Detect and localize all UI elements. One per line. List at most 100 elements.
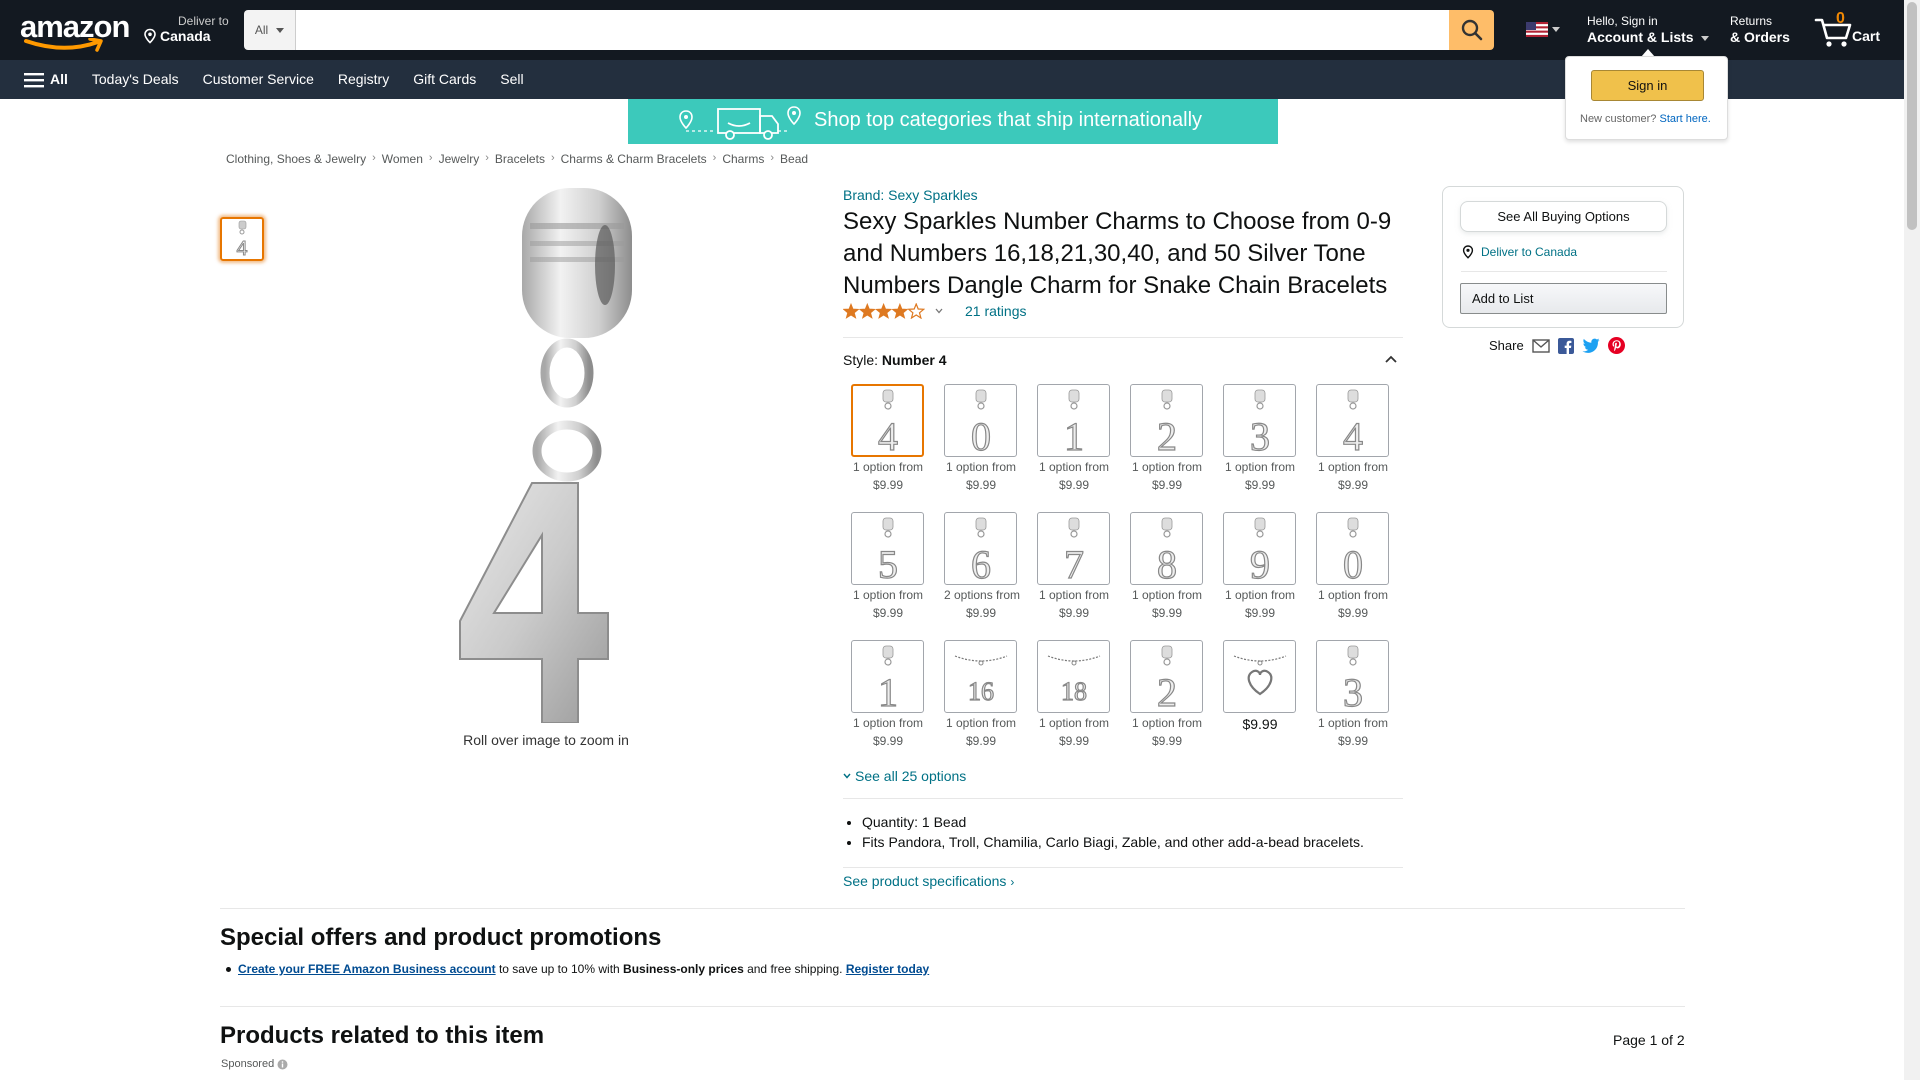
search-input[interactable] (296, 10, 1449, 50)
all-menu-button[interactable]: All (14, 60, 80, 99)
international-shipping-banner[interactable]: Shop top categories that ship internatio… (628, 99, 1278, 144)
svg-text:18: 18 (1061, 677, 1087, 706)
facebook-icon[interactable] (1557, 337, 1574, 354)
account-lists[interactable]: Hello, Sign in Account & Lists (1587, 14, 1710, 46)
style-swatch[interactable]: 2 1 option from $9.99 (1130, 640, 1204, 750)
style-swatch[interactable]: 3 1 option from $9.99 (1223, 384, 1297, 494)
style-swatch[interactable]: 0 1 option from $9.99 (944, 384, 1018, 494)
svg-text:7: 7 (1064, 542, 1084, 582)
divider (220, 908, 1685, 909)
style-swatch[interactable]: 6 2 options from $9.99 (944, 512, 1020, 622)
star-rating-icon[interactable] (843, 303, 925, 319)
svg-text:3: 3 (1343, 670, 1363, 710)
swatch-image[interactable] (1223, 640, 1296, 713)
brand-link[interactable]: Brand: Sexy Sparkles (843, 187, 978, 203)
style-swatch[interactable]: 3 1 option from $9.99 (1316, 640, 1390, 750)
swatch-image[interactable]: 4 (1316, 384, 1389, 457)
register-today-link[interactable]: Register today (846, 962, 929, 976)
deliver-country: Canada (160, 28, 211, 44)
amazon-logo[interactable]: amazon (20, 11, 130, 52)
breadcrumb-item[interactable]: Charms & Charm Bracelets (561, 152, 707, 166)
start-here-link[interactable]: Start here. (1659, 113, 1710, 125)
style-swatch[interactable]: 8 1 option from $9.99 (1130, 512, 1204, 622)
swatch-image[interactable]: 18 (1037, 640, 1110, 713)
style-swatch[interactable]: 1 1 option from $9.99 (851, 640, 925, 750)
add-to-list-button[interactable]: Add to List (1460, 283, 1667, 314)
offers-heading: Special offers and product promotions (220, 924, 662, 951)
charm-swatch-image: 5 (877, 517, 898, 582)
breadcrumb-item[interactable]: Bead (780, 152, 808, 166)
returns-orders[interactable]: Returns & Orders (1730, 14, 1790, 46)
language-selector[interactable] (1526, 22, 1560, 37)
swatch-image[interactable]: 8 (1130, 512, 1203, 585)
account-label: Account & Lists (1587, 29, 1694, 45)
chevron-down-icon[interactable] (935, 308, 943, 314)
image-thumbnail[interactable]: 4 (220, 217, 264, 261)
amazon-business-link[interactable]: Create your FREE Amazon Business account (238, 962, 496, 976)
swatch-image[interactable]: 1 (1037, 384, 1110, 457)
breadcrumb-item[interactable]: Bracelets (495, 152, 545, 166)
see-all-buying-options-button[interactable]: See All Buying Options (1460, 201, 1667, 232)
svg-text:5: 5 (878, 542, 898, 582)
twitter-icon[interactable] (1582, 338, 1600, 353)
product-title: Sexy Sparkles Number Charms to Choose fr… (843, 208, 1392, 299)
svg-text:3: 3 (1250, 414, 1270, 454)
caret-down-icon (1552, 27, 1560, 32)
swatch-image[interactable]: 6 (944, 512, 1017, 585)
style-swatch[interactable]: 4 1 option from $9.99 (851, 384, 925, 494)
style-swatch[interactable]: $9.99 (1223, 640, 1297, 733)
search-category-select[interactable]: All (244, 10, 296, 50)
swatch-image[interactable]: 0 (944, 384, 1017, 457)
style-swatch[interactable]: 7 1 option from $9.99 (1037, 512, 1111, 622)
style-swatch[interactable]: 9 1 option from $9.99 (1223, 512, 1297, 622)
signin-button[interactable]: Sign in (1591, 70, 1704, 101)
product-specifications-link[interactable]: See product specifications › (843, 873, 1014, 889)
style-label-text: Style: (843, 352, 879, 368)
offer-text: to save up to 10% with (495, 962, 624, 976)
style-swatch[interactable]: 0 1 option from $9.99 (1316, 512, 1390, 622)
style-swatch[interactable]: 2 1 option from $9.99 (1130, 384, 1204, 494)
deliver-to-link[interactable]: Deliver to Canada (1461, 245, 1577, 259)
deliver-to[interactable]: Deliver to Canada (142, 14, 229, 44)
style-swatch[interactable]: 18 1 option from $9.99 (1037, 640, 1111, 750)
nav-registry[interactable]: Registry (326, 60, 401, 99)
banner-text: Shop top categories that ship internatio… (814, 109, 1203, 131)
style-swatch[interactable]: 5 1 option from $9.99 (851, 512, 925, 622)
info-icon[interactable] (277, 1059, 288, 1070)
scrollbar-thumb[interactable] (1907, 2, 1917, 230)
nav-customer-service[interactable]: Customer Service (191, 60, 326, 99)
breadcrumb-item[interactable]: Jewelry (439, 152, 480, 166)
swatch-image[interactable]: 3 (1316, 640, 1389, 713)
swatch-image[interactable]: 7 (1037, 512, 1110, 585)
pinterest-icon[interactable] (1607, 337, 1625, 354)
swatch-image[interactable]: 5 (851, 512, 924, 585)
cart-button[interactable]: 0 Cart (1814, 10, 1884, 50)
breadcrumb-item[interactable]: Women (382, 152, 423, 166)
breadcrumb-item[interactable]: Charms (722, 152, 764, 166)
page-scrollbar[interactable] (1904, 0, 1920, 1080)
breadcrumb-item[interactable]: Clothing, Shoes & Jewelry (226, 152, 366, 166)
signin-flyout: Sign in New customer? Start here. (1565, 56, 1728, 140)
product-main-image[interactable] (430, 183, 670, 723)
swatch-image[interactable]: 2 (1130, 384, 1203, 457)
swatch-image[interactable]: 3 (1223, 384, 1296, 457)
search-button[interactable] (1449, 10, 1494, 50)
style-swatch[interactable]: 1 1 option from $9.99 (1037, 384, 1111, 494)
email-icon[interactable] (1532, 338, 1550, 353)
swatch-image[interactable]: 9 (1223, 512, 1296, 585)
swatch-image[interactable]: 4 (851, 384, 924, 457)
see-all-options-link[interactable]: See all 25 options (843, 768, 966, 784)
swatch-image[interactable]: 0 (1316, 512, 1389, 585)
swatch-option-count: 1 option from (1131, 716, 1203, 730)
nav-sell[interactable]: Sell (488, 60, 535, 99)
swatch-image[interactable]: 2 (1130, 640, 1203, 713)
nav-gift-cards[interactable]: Gift Cards (401, 60, 488, 99)
feature-bullet: Quantity: 1 Bead (862, 812, 1364, 832)
nav-todays-deals[interactable]: Today's Deals (80, 60, 191, 99)
swatch-image[interactable]: 1 (851, 640, 924, 713)
style-swatch[interactable]: 4 1 option from $9.99 (1316, 384, 1390, 494)
style-swatch[interactable]: 16 1 option from $9.99 (944, 640, 1018, 750)
ratings-count-link[interactable]: 21 ratings (965, 303, 1026, 319)
chevron-up-icon[interactable] (1384, 352, 1398, 366)
swatch-image[interactable]: 16 (944, 640, 1017, 713)
